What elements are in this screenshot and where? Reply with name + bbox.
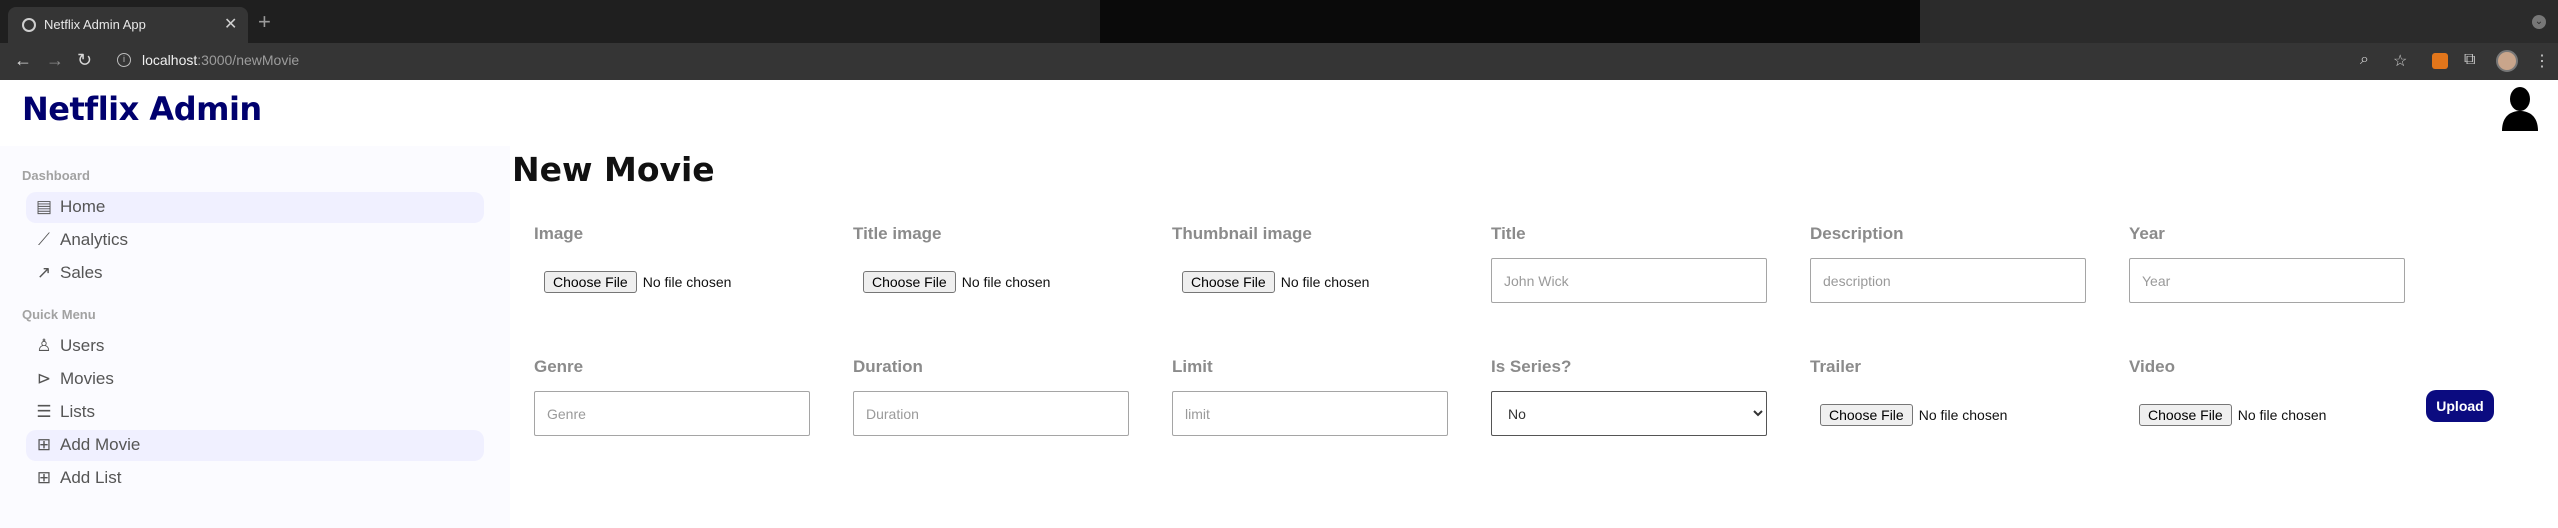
video-choose-file-button[interactable]: Choose File <box>2139 404 2232 426</box>
title-input[interactable] <box>1491 258 1767 303</box>
duration-input[interactable] <box>853 391 1129 436</box>
bookmark-star-icon[interactable]: ☆ <box>2393 51 2407 71</box>
trailer-label: Trailer <box>1810 357 1862 376</box>
title-image-label: Title image <box>853 224 942 243</box>
close-tab-icon[interactable]: ✕ <box>224 14 237 34</box>
page-title: New Movie <box>512 150 715 189</box>
thumbnail-image-choose-file-button[interactable]: Choose File <box>1182 271 1275 293</box>
timeline-icon: ⟋ <box>38 230 50 249</box>
title-label: Title <box>1491 224 1526 243</box>
year-input[interactable] <box>2129 258 2405 303</box>
sidebar-item-label: Sales <box>60 263 103 282</box>
thumbnail-image-label: Thumbnail image <box>1172 224 1312 243</box>
main-content: New Movie Image Choose File No file chose… <box>510 146 2558 528</box>
video-label: Video <box>2129 357 2175 376</box>
reload-icon[interactable]: ↻ <box>77 50 92 71</box>
year-label: Year <box>2129 224 2165 243</box>
browser-menu-icon[interactable]: ⋮ <box>2534 51 2550 71</box>
sidebar-item-sales[interactable]: ↗ Sales <box>26 258 484 289</box>
sidebar-item-users[interactable]: ♙ Users <box>26 331 484 362</box>
is-series-select[interactable]: No <box>1491 391 1767 436</box>
sidebar-item-label: Lists <box>60 402 95 421</box>
description-input[interactable] <box>1810 258 2086 303</box>
extensions-puzzle-icon[interactable]: ⧉ <box>2464 51 2475 69</box>
user-avatar-icon[interactable] <box>2500 85 2540 131</box>
metamask-extension-icon[interactable] <box>2432 53 2448 69</box>
sidebar-item-label: Users <box>60 336 105 355</box>
genre-label: Genre <box>534 357 584 376</box>
add-list-icon: ⊞ <box>36 468 52 487</box>
play-circle-icon: ⊳ <box>36 369 52 388</box>
sidebar-item-add-movie[interactable]: ⊞ Add Movie <box>26 430 484 461</box>
duration-label: Duration <box>853 357 923 376</box>
app-logo[interactable]: Netflix Admin <box>22 90 262 128</box>
description-label: Description <box>1810 224 1904 243</box>
window-menu-icon[interactable]: ⌄ <box>2532 15 2546 29</box>
url-path: :3000/newMovie <box>197 52 300 68</box>
trailer-file-input[interactable]: Choose File No file chosen <box>1820 404 2007 428</box>
sidebar-item-add-list[interactable]: ⊞ Add List <box>26 463 484 494</box>
sidebar-item-label: Home <box>60 197 106 216</box>
sidebar-item-label: Add Movie <box>60 435 141 454</box>
site-info-icon[interactable]: i <box>117 53 131 67</box>
trailer-choose-file-button[interactable]: Choose File <box>1820 404 1913 426</box>
sidebar-section-quick-menu: Quick Menu <box>22 307 96 322</box>
sidebar-item-home[interactable]: ▤ Home <box>26 192 484 223</box>
new-tab-button[interactable]: + <box>258 9 271 35</box>
browser-tab-bar: Netflix Admin App ✕ + ⌄ <box>0 0 2558 43</box>
limit-input[interactable] <box>1172 391 1448 436</box>
sidebar-section-dashboard: Dashboard <box>22 168 90 183</box>
forward-icon[interactable]: → <box>46 50 64 71</box>
tab-title: Netflix Admin App <box>44 17 146 32</box>
image-file-input[interactable]: Choose File No file chosen <box>544 271 731 295</box>
genre-input[interactable] <box>534 391 810 436</box>
browser-tab[interactable]: Netflix Admin App ✕ <box>8 7 248 43</box>
user-icon: ♙ <box>36 336 52 355</box>
url-host: localhost <box>142 52 198 68</box>
thumbnail-image-file-input[interactable]: Choose File No file chosen <box>1182 271 1369 295</box>
image-choose-file-button[interactable]: Choose File <box>544 271 637 293</box>
zoom-icon[interactable]: ⌕ <box>2360 51 2369 69</box>
trending-up-icon: ↗ <box>36 263 52 282</box>
home-grid-icon: ▤ <box>35 197 53 216</box>
sidebar-item-movies[interactable]: ⊳ Movies <box>26 364 484 395</box>
title-image-choose-file-button[interactable]: Choose File <box>863 271 956 293</box>
list-icon: ☰ <box>36 402 52 421</box>
profile-avatar-icon[interactable] <box>2496 50 2518 72</box>
add-to-queue-icon: ⊞ <box>36 435 52 454</box>
app-topbar: Netflix Admin <box>0 80 2558 146</box>
back-icon[interactable]: ← <box>14 50 32 71</box>
address-bar[interactable]: localhost:3000/newMovie <box>142 52 299 68</box>
sidebar-item-analytics[interactable]: ⟋ Analytics <box>26 225 484 256</box>
sidebar-item-label: Add List <box>60 468 122 487</box>
trailer-file-status: No file chosen <box>1918 407 2008 423</box>
video-file-input[interactable]: Choose File No file chosen <box>2139 404 2326 428</box>
image-label: Image <box>534 224 584 243</box>
sidebar-item-label: Movies <box>60 369 114 388</box>
video-file-status: No file chosen <box>2237 407 2327 423</box>
thumbnail-image-file-status: No file chosen <box>1280 274 1370 290</box>
title-image-file-status: No file chosen <box>961 274 1051 290</box>
upload-button[interactable]: Upload <box>2426 390 2494 422</box>
image-file-status: No file chosen <box>642 274 732 290</box>
sidebar: Dashboard ▤ Home ⟋ Analytics ↗ Sales Qui… <box>0 146 510 528</box>
sidebar-item-lists[interactable]: ☰ Lists <box>26 397 484 428</box>
limit-label: Limit <box>1172 357 1213 376</box>
sidebar-item-label: Analytics <box>60 230 129 249</box>
browser-toolbar: ← → ↻ i localhost:3000/newMovie ⌕ ☆ ⧉ ⋮ <box>0 43 2558 80</box>
is-series-label: Is Series? <box>1491 357 1572 376</box>
globe-icon <box>22 18 36 32</box>
title-image-file-input[interactable]: Choose File No file chosen <box>863 271 1050 295</box>
